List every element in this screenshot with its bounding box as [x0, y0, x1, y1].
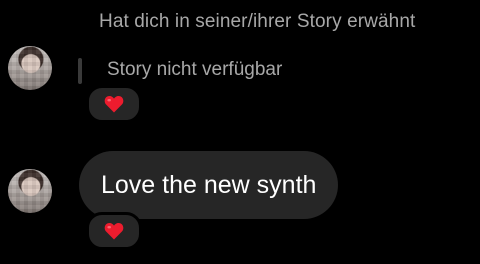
red-heart-icon	[104, 222, 124, 240]
message-bubble[interactable]: Love the new synth	[79, 151, 339, 219]
story-unavailable-label[interactable]: Story nicht verfügbar	[107, 59, 282, 81]
story-reply-indicator	[78, 58, 82, 84]
sender-avatar[interactable]	[8, 46, 52, 90]
story-mention-header: Hat dich in seiner/ihrer Story erwähnt	[99, 11, 416, 32]
message-reaction[interactable]	[86, 212, 142, 250]
sender-avatar[interactable]	[8, 169, 52, 213]
story-mention-reaction[interactable]	[86, 85, 142, 123]
message-text: Love the new synth	[101, 170, 317, 199]
red-heart-icon	[104, 95, 124, 113]
